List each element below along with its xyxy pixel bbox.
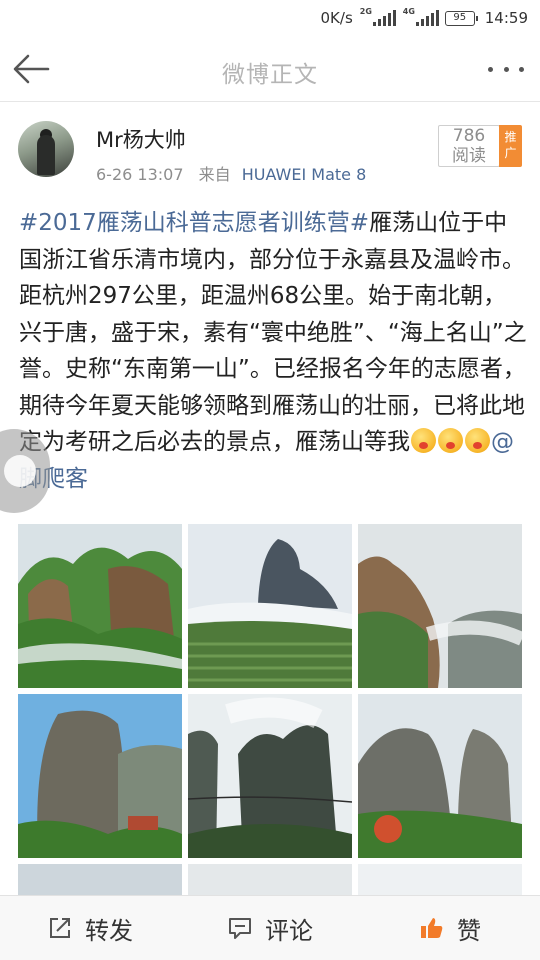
repost-icon — [50, 918, 70, 938]
kiss-emoji-icon — [411, 428, 436, 453]
signal-icon-sim2: 4G — [403, 7, 439, 26]
status-right: 0K/s 2G 4G 95 14:59 — [321, 7, 528, 29]
mountain-photo-1[interactable] — [18, 524, 182, 688]
read-count-box: 786 阅读 — [438, 125, 500, 167]
source-prefix: 来自 — [198, 165, 231, 184]
bottom-action-bar: 转发 评论 赞 — [0, 895, 540, 960]
battery-icon: 95 — [444, 10, 478, 26]
repost-label: 转发 — [85, 916, 133, 945]
read-label: 阅读 — [452, 146, 486, 166]
network-speed: 0K/s — [320, 9, 353, 27]
hashtag-link[interactable]: #2017雁荡山科普志愿者训练营# — [19, 210, 369, 236]
photo-2-art — [188, 524, 352, 688]
avatar[interactable] — [18, 121, 74, 177]
repost-button[interactable]: 转发 — [0, 896, 180, 960]
mountain-photo-5[interactable] — [188, 694, 352, 858]
post-body: 雁荡山位于中国浙江省乐清市境内，部分位于永嘉县及温岭市。距杭州297公里，距温州… — [19, 210, 527, 455]
mountain-photo-9-partial[interactable] — [358, 864, 522, 895]
more-dots-icon — [488, 66, 493, 72]
comment-label: 评论 — [265, 916, 313, 945]
comment-button[interactable]: 评论 — [180, 896, 360, 960]
thumbs-up-icon — [421, 918, 443, 938]
photo-3-art — [358, 524, 522, 688]
floating-ball-icon — [4, 455, 36, 487]
nav-bar: 微博正文 — [0, 36, 540, 102]
post-source[interactable]: HUAWEI Mate 8 — [242, 165, 367, 184]
sim2-tag: 4G — [402, 7, 415, 16]
mountain-photo-3[interactable] — [358, 524, 522, 688]
comment-icon — [229, 918, 251, 939]
like-button[interactable]: 赞 — [360, 896, 540, 960]
like-label: 赞 — [457, 916, 481, 945]
read-count: 786 — [452, 126, 486, 146]
mountain-photo-7-partial[interactable] — [18, 864, 182, 895]
mountain-photo-2[interactable] — [188, 524, 352, 688]
status-bar: 0K/s 2G 4G 95 14:59 — [0, 0, 540, 36]
photo-5-art — [188, 694, 352, 858]
more-dot — [503, 66, 509, 72]
mountain-photo-8-partial[interactable] — [188, 864, 352, 895]
kiss-emoji-icon — [438, 428, 463, 453]
promote-button[interactable]: 推广 — [499, 125, 522, 167]
page-title: 微博正文 — [222, 62, 318, 88]
more-button[interactable] — [488, 57, 524, 81]
more-dot — [519, 66, 524, 72]
avatar-figure — [37, 135, 55, 175]
post-text: #2017雁荡山科普志愿者训练营#雁荡山位于中国浙江省乐清市境内，部分位于永嘉县… — [19, 205, 527, 497]
mountain-photo-4[interactable] — [18, 694, 182, 858]
post-date: 6-26 13:07 — [96, 165, 184, 184]
photo-1-art — [18, 524, 182, 688]
sim1-tag: 2G — [359, 7, 372, 16]
kiss-emoji-icon — [465, 428, 490, 453]
photo-4-art — [18, 694, 182, 858]
signal-icon-sim1: 2G — [360, 7, 396, 26]
clock: 14:59 — [484, 9, 528, 27]
author-name[interactable]: Mr杨大帅 — [96, 124, 186, 154]
photo-6-art — [358, 694, 522, 858]
post-meta: 6-26 13:07 来自 HUAWEI Mate 8 — [96, 161, 366, 185]
mountain-photo-6[interactable] — [358, 694, 522, 858]
